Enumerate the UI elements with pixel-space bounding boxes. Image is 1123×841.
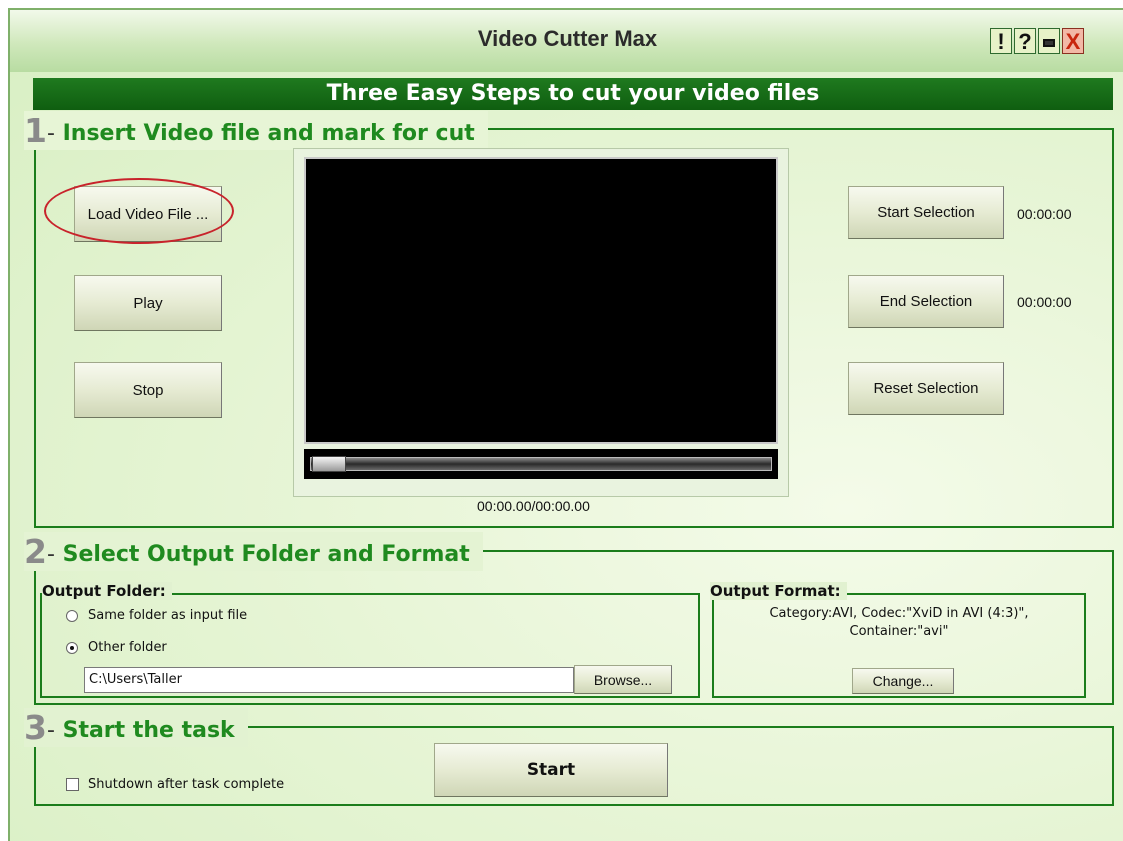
radio-other-folder-label: Other folder <box>88 640 167 655</box>
output-format-info: Category:AVI, Codec:"XviD in AVI (4:3)",… <box>714 605 1084 641</box>
step3-number: 3 <box>24 708 47 747</box>
radio-other-folder[interactable]: Other folder <box>66 640 167 655</box>
seek-bar[interactable] <box>304 449 778 479</box>
step1-number: 1 <box>24 111 47 150</box>
video-preview[interactable] <box>304 157 778 444</box>
change-format-button[interactable]: Change... <box>852 668 954 694</box>
shutdown-label: Shutdown after task complete <box>88 777 285 792</box>
radio-same-folder-indicator[interactable] <box>66 609 78 622</box>
step2-title: Select Output Folder and Format <box>62 542 470 567</box>
step2-dash: - <box>46 542 55 567</box>
output-format-line1: Category:AVI, Codec:"XviD in AVI (4:3)", <box>769 606 1029 621</box>
app-window: Video Cutter Max ! ? X Three Easy Steps … <box>8 8 1123 841</box>
start-task-button[interactable]: Start <box>434 743 668 797</box>
stop-button[interactable]: Stop <box>74 362 222 418</box>
step3-title: Start the task <box>62 718 235 743</box>
step3-heading: 3- Start the task <box>24 708 249 747</box>
playback-time: 00:00.00/00:00.00 <box>477 498 590 514</box>
minimize-button[interactable] <box>1038 28 1060 54</box>
end-selection-button[interactable]: End Selection <box>848 275 1004 328</box>
reset-selection-button[interactable]: Reset Selection <box>848 362 1004 415</box>
output-format-line2: Container:"avi" <box>849 624 949 639</box>
minimize-icon <box>1043 39 1055 47</box>
step1-dash: - <box>46 121 55 146</box>
radio-same-folder[interactable]: Same folder as input file <box>66 608 247 623</box>
step3-dash: - <box>46 718 55 743</box>
start-selection-time: 00:00:00 <box>1017 206 1072 222</box>
video-player <box>293 148 789 497</box>
seek-thumb[interactable] <box>312 456 346 472</box>
output-path-input[interactable]: C:\Users\Taller <box>84 667 574 693</box>
browse-button[interactable]: Browse... <box>574 665 672 694</box>
radio-same-folder-label: Same folder as input file <box>88 608 248 623</box>
step1-title: Insert Video file and mark for cut <box>62 121 475 146</box>
step2-heading: 2- Select Output Folder and Format <box>24 532 484 571</box>
window-title: Video Cutter Max <box>477 26 658 51</box>
play-button[interactable]: Play <box>74 275 222 331</box>
steps-banner: Three Easy Steps to cut your video files <box>33 78 1113 110</box>
title-bar[interactable]: Video Cutter Max ! ? X <box>10 10 1123 72</box>
step2-number: 2 <box>24 532 47 571</box>
output-format-label: Output Format: <box>710 582 847 600</box>
start-selection-button[interactable]: Start Selection <box>848 186 1004 239</box>
radio-other-folder-indicator[interactable] <box>66 641 78 654</box>
end-selection-time: 00:00:00 <box>1017 294 1072 310</box>
alert-button[interactable]: ! <box>990 28 1012 54</box>
output-folder-label: Output Folder: <box>42 582 172 600</box>
help-button[interactable]: ? <box>1014 28 1036 54</box>
close-button[interactable]: X <box>1062 28 1084 54</box>
seek-track[interactable] <box>310 457 772 471</box>
load-video-button[interactable]: Load Video File ... <box>74 186 222 242</box>
shutdown-checkbox[interactable] <box>66 778 79 791</box>
step1-heading: 1- Insert Video file and mark for cut <box>24 111 489 150</box>
